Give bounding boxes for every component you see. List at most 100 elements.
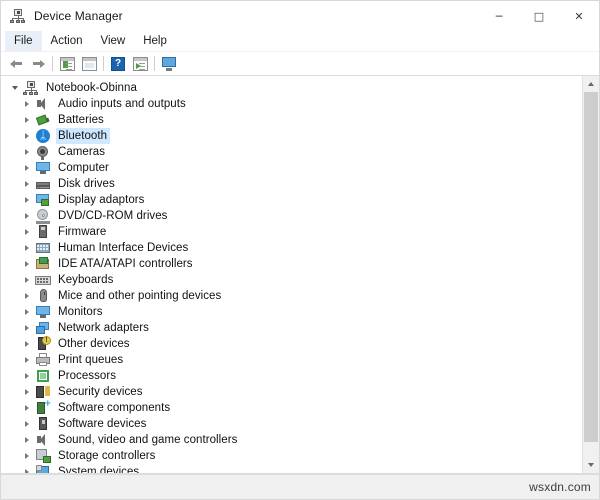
chevron-right-icon [25,117,29,123]
properties-icon [81,56,97,71]
disk-drive-icon [35,176,51,192]
chevron-right-icon [25,341,29,347]
tree-item-label: Keyboards [58,274,114,286]
chevron-right-icon [25,453,29,459]
tree-item-keyboards[interactable]: Keyboards [1,272,582,288]
expand-toggle[interactable] [19,192,35,208]
sound-controller-icon [35,432,51,448]
chevron-right-icon [25,421,29,427]
device-tree[interactable]: Notebook-Obinna Audio inputs and outputs… [1,76,582,473]
tree-item-mice-and-other-pointing-devices[interactable]: Mice and other pointing devices [1,288,582,304]
scroll-up-button[interactable] [583,76,599,92]
tree-item-audio-inputs-and-outputs[interactable]: Audio inputs and outputs [1,96,582,112]
help-button[interactable]: ? [107,54,129,74]
battery-icon [35,112,51,128]
software-device-icon [35,416,51,432]
tree-item-software-devices[interactable]: Software devices [1,416,582,432]
chevron-right-icon [25,405,29,411]
tree-item-label: Batteries [58,114,104,126]
expand-toggle[interactable] [19,336,35,352]
expand-collapse-toggle[interactable] [7,80,23,96]
tree-root-label: Notebook-Obinna [46,82,137,94]
maximize-button[interactable]: □ [519,1,559,31]
software-component-icon: + [35,400,52,416]
expand-toggle[interactable] [19,208,35,224]
tree-root-node[interactable]: Notebook-Obinna [1,80,582,96]
tree-item-label: Other devices [58,338,130,350]
close-button[interactable]: ✕ [559,1,599,31]
content-area: Notebook-Obinna Audio inputs and outputs… [1,76,599,474]
forward-button[interactable] [27,54,49,74]
expand-toggle[interactable] [19,304,35,320]
device-manager-icon [10,8,26,24]
expand-toggle[interactable] [19,176,35,192]
tree-item-ide-ata-atapi-controllers[interactable]: IDE ATA/ATAPI controllers [1,256,582,272]
tree-item-system-devices[interactable]: System devices [1,464,582,473]
chevron-down-icon [12,86,18,90]
scroll-up-arrow-icon [588,82,594,86]
update-driver-icon [132,56,148,71]
expand-toggle[interactable] [19,320,35,336]
update-driver-button[interactable] [129,54,151,74]
caption-buttons: ─ □ ✕ [479,1,599,31]
expand-toggle[interactable] [19,352,35,368]
tree-item-label: IDE ATA/ATAPI controllers [58,258,193,270]
expand-toggle[interactable] [19,240,35,256]
tree-item-computer[interactable]: Computer [1,160,582,176]
menu-help[interactable]: Help [134,31,176,51]
tree-item-human-interface-devices[interactable]: Human Interface Devices [1,240,582,256]
properties-button[interactable] [78,54,100,74]
scan-for-hardware-changes-button[interactable] [158,54,180,74]
chevron-right-icon [25,437,29,443]
tree-item-bluetooth[interactable]: ᛦ Bluetooth [1,128,582,144]
tree-item-print-queues[interactable]: Print queues [1,352,582,368]
tree-item-security-devices[interactable]: Security devices [1,384,582,400]
tree-item-other-devices[interactable]: ! Other devices [1,336,582,352]
expand-toggle[interactable] [19,416,35,432]
tree-item-cameras[interactable]: Cameras [1,144,582,160]
tree-item-display-adaptors[interactable]: Display adaptors [1,192,582,208]
vertical-scrollbar[interactable] [582,76,599,473]
expand-toggle[interactable] [19,272,35,288]
tree-item-sound-video-and-game-controllers[interactable]: Sound, video and game controllers [1,432,582,448]
expand-toggle[interactable] [19,128,35,144]
tree-item-processors[interactable]: Processors [1,368,582,384]
expand-toggle[interactable] [19,144,35,160]
tree-item-software-components[interactable]: + Software components [1,400,582,416]
tree-item-batteries[interactable]: Batteries [1,112,582,128]
tree-item-storage-controllers[interactable]: Storage controllers [1,448,582,464]
bluetooth-icon: ᛦ [35,128,51,144]
expand-toggle[interactable] [19,256,35,272]
back-button[interactable] [5,54,27,74]
expand-toggle[interactable] [19,432,35,448]
tree-item-network-adapters[interactable]: Network adapters [1,320,582,336]
expand-toggle[interactable] [19,288,35,304]
expand-toggle[interactable] [19,384,35,400]
tree-item-firmware[interactable]: Firmware [1,224,582,240]
toolbar-separator-2 [103,56,104,71]
expand-toggle[interactable] [19,464,35,473]
scrollbar-thumb[interactable] [584,92,598,443]
menu-view[interactable]: View [92,31,135,51]
minimize-button[interactable]: ─ [479,1,519,31]
scroll-down-button[interactable] [583,457,599,473]
expand-toggle[interactable] [19,448,35,464]
menu-file[interactable]: File [5,31,42,51]
expand-toggle[interactable] [19,112,35,128]
scrollbar-track[interactable] [583,92,599,457]
display-adapter-icon [35,192,51,208]
chevron-right-icon [25,245,29,251]
tree-item-dvd-cd-rom-drives[interactable]: DVD/CD-ROM drives [1,208,582,224]
tree-item-monitors[interactable]: Monitors [1,304,582,320]
expand-toggle[interactable] [19,368,35,384]
tree-item-label: Print queues [58,354,124,366]
tree-children: Audio inputs and outputs Batteries ᛦ Blueto… [1,96,582,473]
expand-toggle[interactable] [19,224,35,240]
expand-toggle[interactable] [19,96,35,112]
expand-toggle[interactable] [19,400,35,416]
menu-action[interactable]: Action [42,31,92,51]
tree-item-disk-drives[interactable]: Disk drives [1,176,582,192]
show-hide-console-tree-button[interactable] [56,54,78,74]
chevron-right-icon [25,101,29,107]
expand-toggle[interactable] [19,160,35,176]
